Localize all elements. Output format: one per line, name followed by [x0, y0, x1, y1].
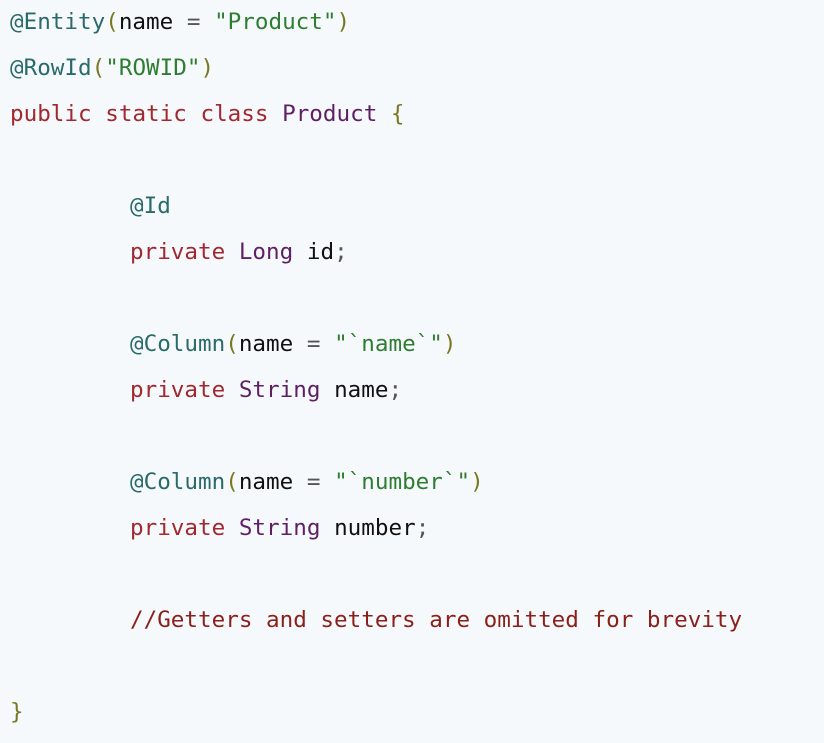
paren-token: ( — [91, 55, 106, 81]
annotation-token: @Id — [130, 193, 171, 219]
comment-token: //Getters and setters are omitted for br… — [130, 607, 743, 633]
string-token: "`number`" — [334, 469, 471, 495]
brace-token: } — [10, 699, 24, 725]
string-token: "ROWID" — [105, 55, 201, 81]
type-token: Long — [238, 239, 294, 265]
paren-token: ( — [225, 469, 239, 495]
semicolon-token: ; — [415, 515, 430, 541]
paren-token: ( — [225, 331, 239, 357]
keyword-token: private — [130, 515, 226, 541]
code-block: @Entity(name = "Product") @RowId("ROWID"… — [0, 0, 824, 734]
paren-token: ) — [470, 469, 484, 495]
keyword-token: class — [200, 101, 269, 127]
code-line-name-field: private String name; — [10, 375, 824, 421]
identifier-token: name — [334, 377, 389, 403]
attribute-token: name — [238, 331, 294, 357]
keyword-token: private — [130, 377, 226, 403]
semicolon-token: ; — [334, 239, 348, 265]
class-name-token: Product — [282, 101, 378, 127]
string-token: "Product" — [214, 9, 337, 35]
code-line-id-annotation: @Id — [10, 191, 824, 237]
code-line-number-column-annotation: @Column(name = "`number`") — [10, 467, 824, 513]
paren-token: ) — [200, 55, 215, 81]
attribute-token: name — [238, 469, 294, 495]
equals-token: = — [293, 469, 335, 495]
identifier-token: id — [306, 239, 335, 265]
keyword-token: private — [130, 239, 226, 265]
code-line-number-field: private String number; — [10, 513, 824, 559]
annotation-token: @Entity — [10, 9, 106, 35]
equals-token: = — [173, 9, 215, 35]
annotation-token: @Column — [130, 469, 226, 495]
semicolon-token: ; — [388, 377, 403, 403]
code-line-rowid-annotation: @RowId("ROWID") — [10, 53, 824, 99]
code-line-comment: //Getters and setters are omitted for br… — [10, 605, 824, 651]
code-line-closing-brace: } — [10, 697, 824, 743]
identifier-token: number — [334, 515, 416, 541]
paren-token: ( — [105, 9, 119, 35]
code-line-id-field: private Long id; — [10, 237, 824, 283]
brace-token: { — [390, 101, 405, 127]
type-token: String — [238, 377, 321, 403]
annotation-token: @Column — [130, 331, 226, 357]
keyword-token: static — [105, 101, 187, 127]
attribute-token: name — [118, 9, 174, 35]
code-line-name-column-annotation: @Column(name = "`name`") — [10, 329, 824, 375]
code-line-entity-annotation: @Entity(name = "Product") — [10, 7, 824, 53]
annotation-token: @RowId — [10, 55, 92, 81]
string-token: "`name`" — [334, 331, 443, 357]
type-token: String — [238, 515, 321, 541]
keyword-token: public — [10, 101, 92, 127]
paren-token: ) — [336, 9, 351, 35]
code-line-class-declaration: public static class Product { — [10, 99, 824, 145]
paren-token: ) — [442, 331, 457, 357]
equals-token: = — [293, 331, 335, 357]
